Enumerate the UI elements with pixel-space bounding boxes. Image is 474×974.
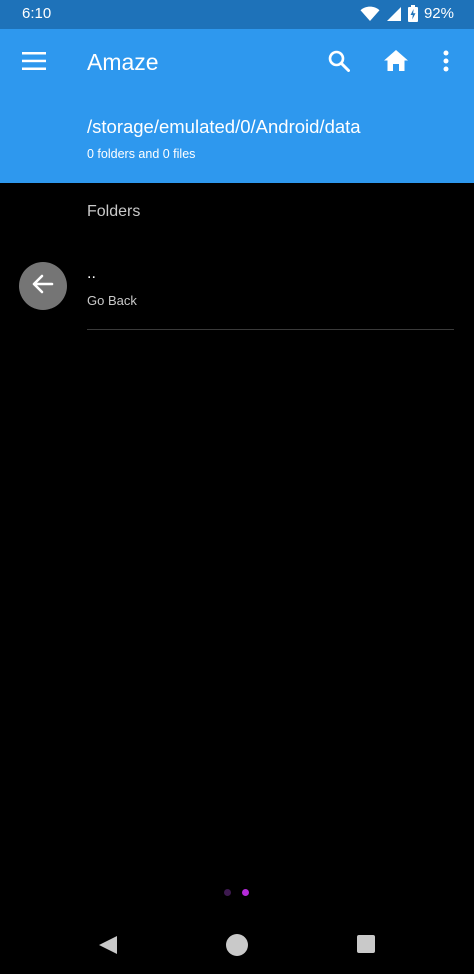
search-icon bbox=[328, 50, 350, 77]
list-item-name: .. bbox=[87, 265, 96, 282]
status-time: 6:10 bbox=[22, 5, 52, 22]
app-title: Amaze bbox=[87, 49, 159, 75]
nav-back-icon[interactable] bbox=[96, 933, 120, 957]
home-button[interactable] bbox=[378, 45, 414, 81]
go-back-avatar[interactable] bbox=[19, 262, 67, 310]
app-bar: Amaze /storage/emulated/0/Android/data 0… bbox=[0, 29, 474, 183]
nav-recents-icon[interactable] bbox=[357, 935, 375, 953]
menu-icon bbox=[22, 51, 46, 75]
more-options-button[interactable] bbox=[432, 45, 460, 81]
section-header-folders: Folders bbox=[87, 203, 141, 220]
nav-home-icon[interactable] bbox=[226, 934, 248, 956]
more-vert-icon bbox=[443, 50, 449, 77]
list-item-go-back[interactable]: .. Go Back bbox=[0, 255, 474, 331]
list-item-subtitle: Go Back bbox=[87, 293, 137, 308]
arrow-back-icon bbox=[32, 274, 54, 299]
list-divider bbox=[87, 329, 454, 330]
signal-icon bbox=[386, 6, 402, 22]
wifi-icon bbox=[360, 6, 380, 22]
page-indicator bbox=[224, 889, 249, 896]
battery-percent: 92% bbox=[423, 5, 454, 22]
home-icon bbox=[384, 50, 408, 76]
status-icons: 92% bbox=[360, 5, 454, 22]
navigation-bar bbox=[0, 914, 474, 974]
menu-button[interactable] bbox=[14, 47, 54, 79]
search-button[interactable] bbox=[321, 45, 357, 81]
status-bar: 6:10 92% bbox=[0, 0, 474, 29]
page-dot-1 bbox=[224, 889, 231, 896]
folder-file-count: 0 folders and 0 files bbox=[87, 147, 196, 161]
page-dot-2 bbox=[242, 889, 249, 896]
battery-charging-icon bbox=[407, 5, 418, 22]
current-path[interactable]: /storage/emulated/0/Android/data bbox=[87, 116, 361, 138]
